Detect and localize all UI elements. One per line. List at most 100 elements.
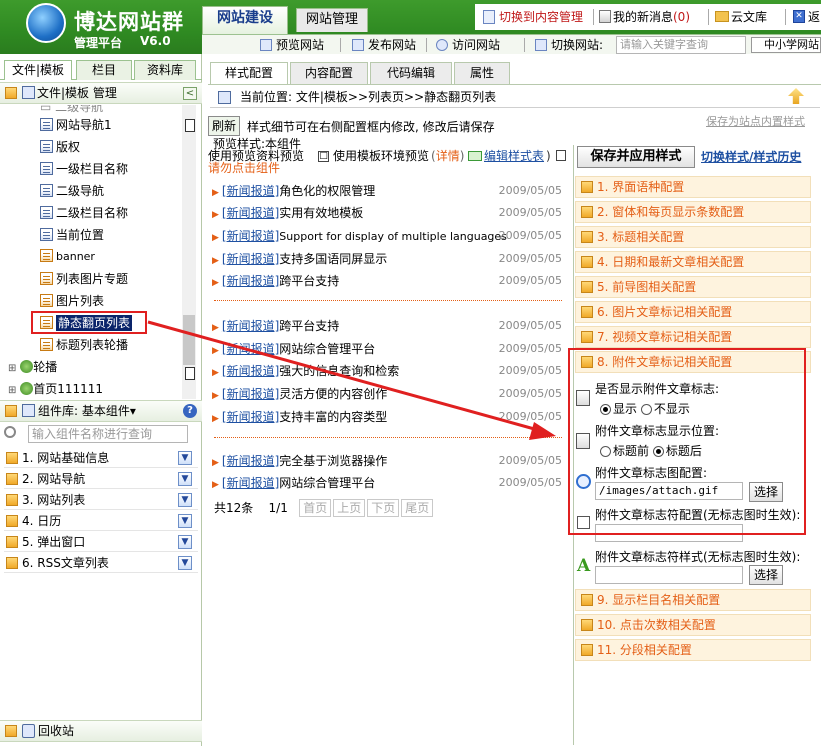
component-library-select[interactable]: 组件库: 基本组件▾: [38, 401, 136, 421]
site-select[interactable]: 中小学网站: [751, 37, 821, 53]
tab-code-edit[interactable]: 代码编辑: [370, 62, 452, 84]
next-page-button[interactable]: 下页: [367, 499, 400, 517]
list-item[interactable]: ▶ [新闻报道]灵活方便的内容创作 2009/05/05: [212, 383, 562, 405]
tree-item[interactable]: 版权: [40, 137, 80, 157]
component-item[interactable]: 5. 弹出窗口 ▼: [4, 533, 198, 552]
preview-site-link[interactable]: 预览网站: [276, 35, 324, 55]
list-item[interactable]: ▶ [新闻报道]强大的信息查询和检索 2009/05/05: [212, 360, 562, 382]
list-item[interactable]: ▶ [新闻报道]支持多国语同屏显示 2009/05/05: [212, 248, 562, 270]
config-item[interactable]: 5. 前导图相关配置: [575, 276, 811, 298]
checkbox-icon[interactable]: [185, 119, 195, 132]
list-item[interactable]: ▶ [新闻报道]支持丰富的内容类型 2009/05/05: [212, 406, 562, 428]
detail-link[interactable]: 详情: [436, 149, 460, 163]
template-icon: [40, 162, 53, 175]
download-icon[interactable]: ▼: [178, 535, 192, 549]
component-item[interactable]: 6. RSS文章列表 ▼: [4, 554, 198, 573]
tab-style-config[interactable]: 样式配置: [210, 62, 288, 84]
tree-item[interactable]: 标题列表轮播: [40, 335, 128, 355]
tree-item[interactable]: 二级导航: [40, 181, 104, 201]
tab-file-template[interactable]: 文件|模板: [4, 60, 72, 80]
list-item[interactable]: ▶ [新闻报道]跨平台支持 2009/05/05: [212, 270, 562, 292]
tab-properties[interactable]: 属性: [454, 62, 510, 84]
config-item[interactable]: 3. 标题相关配置: [575, 226, 811, 248]
tree-item[interactable]: 当前位置: [40, 225, 104, 245]
switch-content-link[interactable]: 切换到内容管理: [499, 4, 583, 30]
component-item[interactable]: 4. 日历 ▼: [4, 512, 198, 531]
site-search-input[interactable]: 请输入关键字查询: [616, 36, 746, 54]
attach-symbol-style-input[interactable]: [595, 566, 743, 584]
pager-page: 1/1: [268, 501, 288, 515]
tab-content-config[interactable]: 内容配置: [290, 62, 368, 84]
list-item[interactable]: ▶ [新闻报道]网站综合管理平台 2009/05/05: [212, 472, 562, 494]
site-toolbar: 预览网站 发布网站 访问网站 切换网站: 请输入关键字查询 中小学网站: [202, 34, 821, 54]
choose-style-button[interactable]: 选择: [749, 565, 783, 585]
first-page-button[interactable]: 首页: [299, 499, 332, 517]
config-icon: [581, 619, 593, 631]
list-item[interactable]: ▶ [新闻报道]实用有效地模板 2009/05/05: [212, 202, 562, 224]
tree-item[interactable]: 一级栏目名称: [40, 159, 128, 179]
list-item[interactable]: ▶ [新闻报道]网站综合管理平台 2009/05/05: [212, 338, 562, 360]
tree-item[interactable]: 列表图片专题: [40, 269, 128, 289]
save-site-style-link[interactable]: 保存为站点内置样式: [706, 113, 805, 129]
template-env-label: 使用模板环境预览: [333, 149, 430, 163]
list-item[interactable]: ▶ [新闻报道]完全基于浏览器操作 2009/05/05: [212, 450, 562, 472]
config-item[interactable]: 9. 显示栏目名相关配置: [575, 589, 811, 611]
tab-column[interactable]: 栏目: [76, 60, 132, 80]
component-header: 组件库: 基本组件▾ ?: [0, 400, 202, 422]
tab-library[interactable]: 资料库: [134, 60, 196, 80]
tab-site-build[interactable]: 网站建设: [202, 6, 288, 34]
list-item[interactable]: ▶ [新闻报道]Support for display of multiple l…: [212, 225, 562, 247]
config-item[interactable]: 7. 视频文章标记相关配置: [575, 326, 811, 348]
download-icon[interactable]: ▼: [178, 451, 192, 465]
config-item[interactable]: 4. 日期和最新文章相关配置: [575, 251, 811, 273]
tab-site-manage[interactable]: 网站管理: [296, 8, 368, 32]
breadcrumb-bar: 当前位置: 文件|模板>>列表页>>静态翻页列表: [210, 86, 820, 108]
last-page-button[interactable]: 尾页: [401, 499, 434, 517]
config-item[interactable]: 10. 点击次数相关配置: [575, 614, 811, 636]
config-icon: [581, 644, 593, 656]
tree-item[interactable]: 网站导航1: [40, 115, 112, 135]
component-search-input[interactable]: 输入组件名称进行查询: [28, 425, 188, 443]
cloud-library-link[interactable]: 云文库: [731, 4, 767, 30]
tree-item[interactable]: 图片列表: [40, 291, 104, 311]
messages-link[interactable]: 我的新消息: [613, 4, 673, 30]
download-icon[interactable]: ▼: [178, 556, 192, 570]
visit-site-link[interactable]: 访问网站: [452, 35, 500, 55]
checkbox-icon[interactable]: [185, 367, 195, 380]
edit-style-link[interactable]: 编辑样式表: [484, 150, 544, 162]
checkbox-icon[interactable]: [556, 150, 566, 161]
template-env-checkbox[interactable]: □: [318, 151, 329, 162]
config-item[interactable]: 6. 图片文章标记相关配置: [575, 301, 811, 323]
prev-page-button[interactable]: 上页: [333, 499, 366, 517]
recycle-bin[interactable]: 回收站: [0, 720, 202, 742]
component-item[interactable]: 3. 网站列表 ▼: [4, 491, 198, 510]
tree-item[interactable]: 二级栏目名称: [40, 203, 128, 223]
component-item[interactable]: 2. 网站导航 ▼: [4, 470, 198, 489]
download-icon[interactable]: ▼: [178, 493, 192, 507]
tree-scrollbar[interactable]: [182, 105, 196, 399]
tree-folder[interactable]: ⊞ 轮播: [8, 357, 57, 377]
config-item[interactable]: 2. 窗体和每页显示条数配置: [575, 201, 811, 223]
collapse-icon[interactable]: <: [183, 87, 197, 100]
help-icon[interactable]: ?: [183, 404, 197, 418]
list-item[interactable]: ▶ [新闻报道]角色化的权限管理 2009/05/05: [212, 180, 562, 202]
component-item[interactable]: 1. 网站基础信息 ▼: [4, 449, 198, 468]
scrollbar-thumb[interactable]: [183, 315, 195, 365]
logo-title: 博达网站群: [74, 10, 184, 34]
config-item[interactable]: 1. 界面语种配置: [575, 176, 811, 198]
refresh-button[interactable]: 刷新: [208, 116, 240, 136]
tree-item[interactable]: banner: [40, 247, 95, 267]
download-icon[interactable]: ▼: [178, 472, 192, 486]
tree-folder[interactable]: ⊞ 首页111111: [8, 379, 103, 399]
publish-site-link[interactable]: 发布网站: [368, 35, 416, 55]
switch-history-link[interactable]: 切换样式/样式历史: [701, 148, 801, 165]
upload-icon[interactable]: [788, 88, 804, 104]
config-icon: [581, 206, 593, 218]
save-apply-button[interactable]: 保存并应用样式: [577, 146, 695, 168]
exit-link[interactable]: 返: [808, 4, 820, 30]
config-item[interactable]: 11. 分段相关配置: [575, 639, 811, 661]
download-icon[interactable]: ▼: [178, 514, 192, 528]
list-item[interactable]: ▶ [新闻报道]跨平台支持 2009/05/05: [212, 315, 562, 337]
visit-icon: [436, 39, 448, 51]
speaker-icon: [599, 10, 611, 23]
